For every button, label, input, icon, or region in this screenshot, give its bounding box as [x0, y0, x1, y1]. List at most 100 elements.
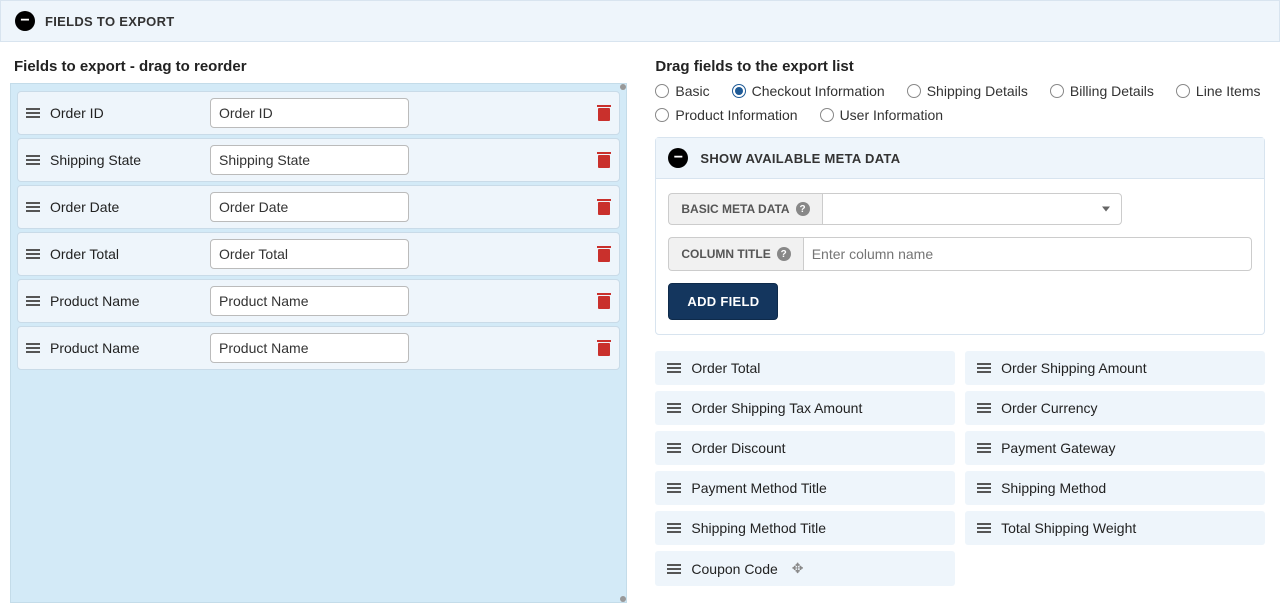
radio-icon — [907, 84, 921, 98]
field-name-input[interactable] — [210, 192, 409, 222]
available-field-label: Order Currency — [1001, 400, 1097, 416]
help-icon[interactable]: ? — [796, 202, 810, 216]
export-field-row[interactable]: Product Name — [17, 326, 620, 370]
field-name-input[interactable] — [210, 98, 409, 128]
drag-handle-icon[interactable] — [26, 249, 40, 259]
field-name-input[interactable] — [210, 333, 409, 363]
category-radio-billing-details[interactable]: Billing Details — [1050, 83, 1154, 99]
column-title-label: COLUMN TITLE ? — [668, 237, 802, 271]
export-field-row[interactable]: Order ID — [17, 91, 620, 135]
export-fields-dropzone[interactable]: Order ID Shipping State Order Date Order… — [10, 83, 627, 603]
drag-handle-icon[interactable] — [667, 363, 681, 373]
scrollbar-bottom[interactable] — [620, 596, 626, 602]
drag-handle-icon[interactable] — [26, 202, 40, 212]
collapse-icon[interactable]: − — [15, 11, 35, 31]
field-label: Order Total — [50, 246, 200, 262]
field-label: Shipping State — [50, 152, 200, 168]
trash-icon[interactable] — [597, 152, 611, 168]
available-field-item[interactable]: Payment Gateway — [965, 431, 1265, 465]
available-field-item[interactable]: Order Discount — [655, 431, 955, 465]
drag-handle-icon[interactable] — [26, 296, 40, 306]
radio-label: Billing Details — [1070, 83, 1154, 99]
available-field-item[interactable]: Shipping Method — [965, 471, 1265, 505]
category-radio-product-information[interactable]: Product Information — [655, 107, 797, 123]
category-radio-line-items[interactable]: Line Items — [1176, 83, 1261, 99]
radio-label: Basic — [675, 83, 709, 99]
radio-icon — [655, 108, 669, 122]
radio-label: Checkout Information — [752, 83, 885, 99]
meta-panel-title: SHOW AVAILABLE META DATA — [700, 151, 900, 166]
column-title-input[interactable] — [803, 237, 1252, 271]
trash-icon[interactable] — [597, 105, 611, 121]
left-section-title: Fields to export - drag to reorder — [14, 58, 627, 75]
meta-panel-header: − SHOW AVAILABLE META DATA — [656, 138, 1263, 179]
field-label: Order Date — [50, 199, 200, 215]
radio-icon — [655, 84, 669, 98]
available-field-label: Payment Method Title — [691, 480, 826, 496]
drag-handle-icon[interactable] — [26, 155, 40, 165]
radio-label: Line Items — [1196, 83, 1261, 99]
radio-label: User Information — [840, 107, 943, 123]
drag-handle-icon[interactable] — [977, 523, 991, 533]
trash-icon[interactable] — [597, 199, 611, 215]
available-field-item[interactable]: Order Shipping Tax Amount — [655, 391, 955, 425]
radio-label: Shipping Details — [927, 83, 1028, 99]
drag-handle-icon[interactable] — [667, 523, 681, 533]
collapse-icon[interactable]: − — [668, 148, 688, 168]
header-title: FIELDS TO EXPORT — [45, 14, 175, 29]
field-name-input[interactable] — [210, 239, 409, 269]
drag-handle-icon[interactable] — [26, 108, 40, 118]
trash-icon[interactable] — [597, 246, 611, 262]
available-field-item[interactable]: Total Shipping Weight — [965, 511, 1265, 545]
export-field-row[interactable]: Product Name — [17, 279, 620, 323]
available-field-label: Coupon Code — [691, 561, 777, 577]
drag-handle-icon[interactable] — [977, 403, 991, 413]
drag-handle-icon[interactable] — [667, 403, 681, 413]
drag-handle-icon[interactable] — [667, 483, 681, 493]
export-field-row[interactable]: Order Total — [17, 232, 620, 276]
export-field-row[interactable]: Order Date — [17, 185, 620, 229]
category-radio-basic[interactable]: Basic — [655, 83, 709, 99]
available-field-item[interactable]: Shipping Method Title — [655, 511, 955, 545]
category-radio-user-information[interactable]: User Information — [820, 107, 943, 123]
export-field-row[interactable]: Shipping State — [17, 138, 620, 182]
category-radio-shipping-details[interactable]: Shipping Details — [907, 83, 1028, 99]
right-section-title: Drag fields to the export list — [655, 58, 1268, 75]
trash-icon[interactable] — [597, 340, 611, 356]
available-field-label: Order Shipping Amount — [1001, 360, 1147, 376]
radio-icon — [732, 84, 746, 98]
basic-meta-data-select[interactable] — [822, 193, 1122, 225]
available-field-label: Shipping Method Title — [691, 520, 826, 536]
field-name-input[interactable] — [210, 145, 409, 175]
add-field-button[interactable]: ADD FIELD — [668, 283, 778, 320]
available-field-item[interactable]: Coupon Code ✥ — [655, 551, 955, 586]
drag-handle-icon[interactable] — [977, 443, 991, 453]
field-label: Product Name — [50, 293, 200, 309]
available-field-label: Total Shipping Weight — [1001, 520, 1136, 536]
drag-handle-icon[interactable] — [977, 363, 991, 373]
meta-data-panel: − SHOW AVAILABLE META DATA BASIC META DA… — [655, 137, 1264, 335]
drag-handle-icon[interactable] — [26, 343, 40, 353]
drag-handle-icon[interactable] — [667, 443, 681, 453]
available-field-label: Payment Gateway — [1001, 440, 1115, 456]
category-radio-checkout-information[interactable]: Checkout Information — [732, 83, 885, 99]
available-field-label: Order Total — [691, 360, 760, 376]
field-label: Product Name — [50, 340, 200, 356]
field-label: Order ID — [50, 105, 200, 121]
field-name-input[interactable] — [210, 286, 409, 316]
available-fields-grid: Order Total Order Shipping Amount Order … — [655, 351, 1264, 586]
fields-export-header: − FIELDS TO EXPORT — [0, 0, 1280, 42]
trash-icon[interactable] — [597, 293, 611, 309]
available-field-item[interactable]: Order Total — [655, 351, 955, 385]
available-field-label: Shipping Method — [1001, 480, 1106, 496]
available-field-item[interactable]: Payment Method Title — [655, 471, 955, 505]
help-icon[interactable]: ? — [777, 247, 791, 261]
available-field-item[interactable]: Order Currency — [965, 391, 1265, 425]
radio-icon — [1176, 84, 1190, 98]
radio-icon — [820, 108, 834, 122]
available-field-item[interactable]: Order Shipping Amount — [965, 351, 1265, 385]
scrollbar-top[interactable] — [620, 84, 626, 90]
drag-handle-icon[interactable] — [667, 564, 681, 574]
drag-handle-icon[interactable] — [977, 483, 991, 493]
available-field-label: Order Shipping Tax Amount — [691, 400, 862, 416]
